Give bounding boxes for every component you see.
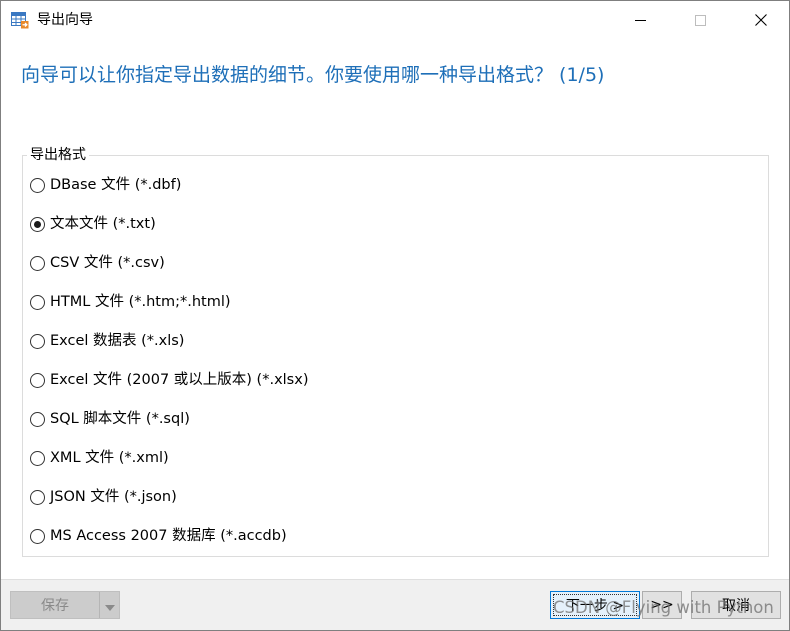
format-option-html[interactable]: HTML 文件 (*.htm;*.html) [30, 291, 231, 313]
option-label: MS Access 2007 数据库 (*.accdb) [50, 528, 287, 544]
format-option-xls[interactable]: Excel 数据表 (*.xls) [30, 330, 184, 352]
save-button[interactable]: 保存 [11, 592, 100, 618]
heading-divider [1, 106, 789, 107]
maximize-button[interactable] [677, 1, 723, 39]
format-option-accdb[interactable]: MS Access 2007 数据库 (*.accdb) [30, 525, 287, 547]
format-option-xml[interactable]: XML 文件 (*.xml) [30, 447, 169, 469]
option-label: HTML 文件 (*.htm;*.html) [50, 294, 231, 310]
next-button[interactable]: 下一步 > [550, 591, 640, 619]
format-option-txt[interactable]: 文本文件 (*.txt) [30, 213, 156, 235]
minimize-icon [634, 15, 646, 26]
format-option-csv[interactable]: CSV 文件 (*.csv) [30, 252, 165, 274]
option-label: JSON 文件 (*.json) [50, 489, 177, 505]
radio-accdb[interactable] [30, 528, 45, 544]
format-option-dbase[interactable]: DBase 文件 (*.dbf) [30, 174, 181, 196]
option-label: Excel 数据表 (*.xls) [50, 333, 185, 349]
format-option-sql[interactable]: SQL 脚本文件 (*.sql) [30, 408, 190, 430]
wizard-heading: 向导可以让你指定导出数据的细节。你要使用哪一种导出格式？ (1/5) [21, 64, 605, 86]
option-label: DBase 文件 (*.dbf) [50, 177, 182, 193]
minimize-button[interactable] [617, 1, 663, 39]
option-label: XML 文件 (*.xml) [50, 450, 169, 466]
maximize-icon [694, 14, 706, 26]
format-option-xlsx[interactable]: Excel 文件 (2007 或以上版本) (*.xlsx) [30, 369, 308, 391]
close-icon [755, 14, 767, 26]
option-label: Excel 文件 (2007 或以上版本) (*.xlsx) [50, 372, 309, 388]
save-split-button[interactable]: 保存 [10, 591, 120, 619]
option-label: 文本文件 (*.txt) [50, 216, 156, 232]
focus-ring [553, 594, 637, 616]
title-bar[interactable]: 导出向导 [1, 1, 789, 39]
export-wizard-window: 导出向导 向导可以让你指定导出数据的细节。你要使用哪一种导出格式？ (1/5) … [0, 0, 790, 631]
save-dropdown-button[interactable] [100, 592, 119, 618]
chevron-down-icon [104, 596, 115, 615]
radio-xml[interactable] [30, 450, 45, 466]
radio-txt[interactable] [30, 216, 45, 232]
window-title: 导出向导 [37, 12, 93, 28]
radio-html[interactable] [30, 294, 45, 310]
cancel-button[interactable]: 取消 [691, 591, 781, 619]
table-export-icon [11, 12, 29, 29]
format-option-json[interactable]: JSON 文件 (*.json) [30, 486, 177, 508]
option-label: SQL 脚本文件 (*.sql) [50, 411, 190, 427]
radio-xlsx[interactable] [30, 372, 45, 388]
export-format-group-label: 导出格式 [27, 146, 89, 164]
last-step-button[interactable]: >> [642, 591, 682, 619]
radio-xls[interactable] [30, 333, 45, 349]
radio-dbase[interactable] [30, 177, 45, 193]
radio-sql[interactable] [30, 411, 45, 427]
radio-csv[interactable] [30, 255, 45, 271]
radio-json[interactable] [30, 489, 45, 505]
close-button[interactable] [738, 1, 784, 39]
option-label: CSV 文件 (*.csv) [50, 255, 165, 271]
